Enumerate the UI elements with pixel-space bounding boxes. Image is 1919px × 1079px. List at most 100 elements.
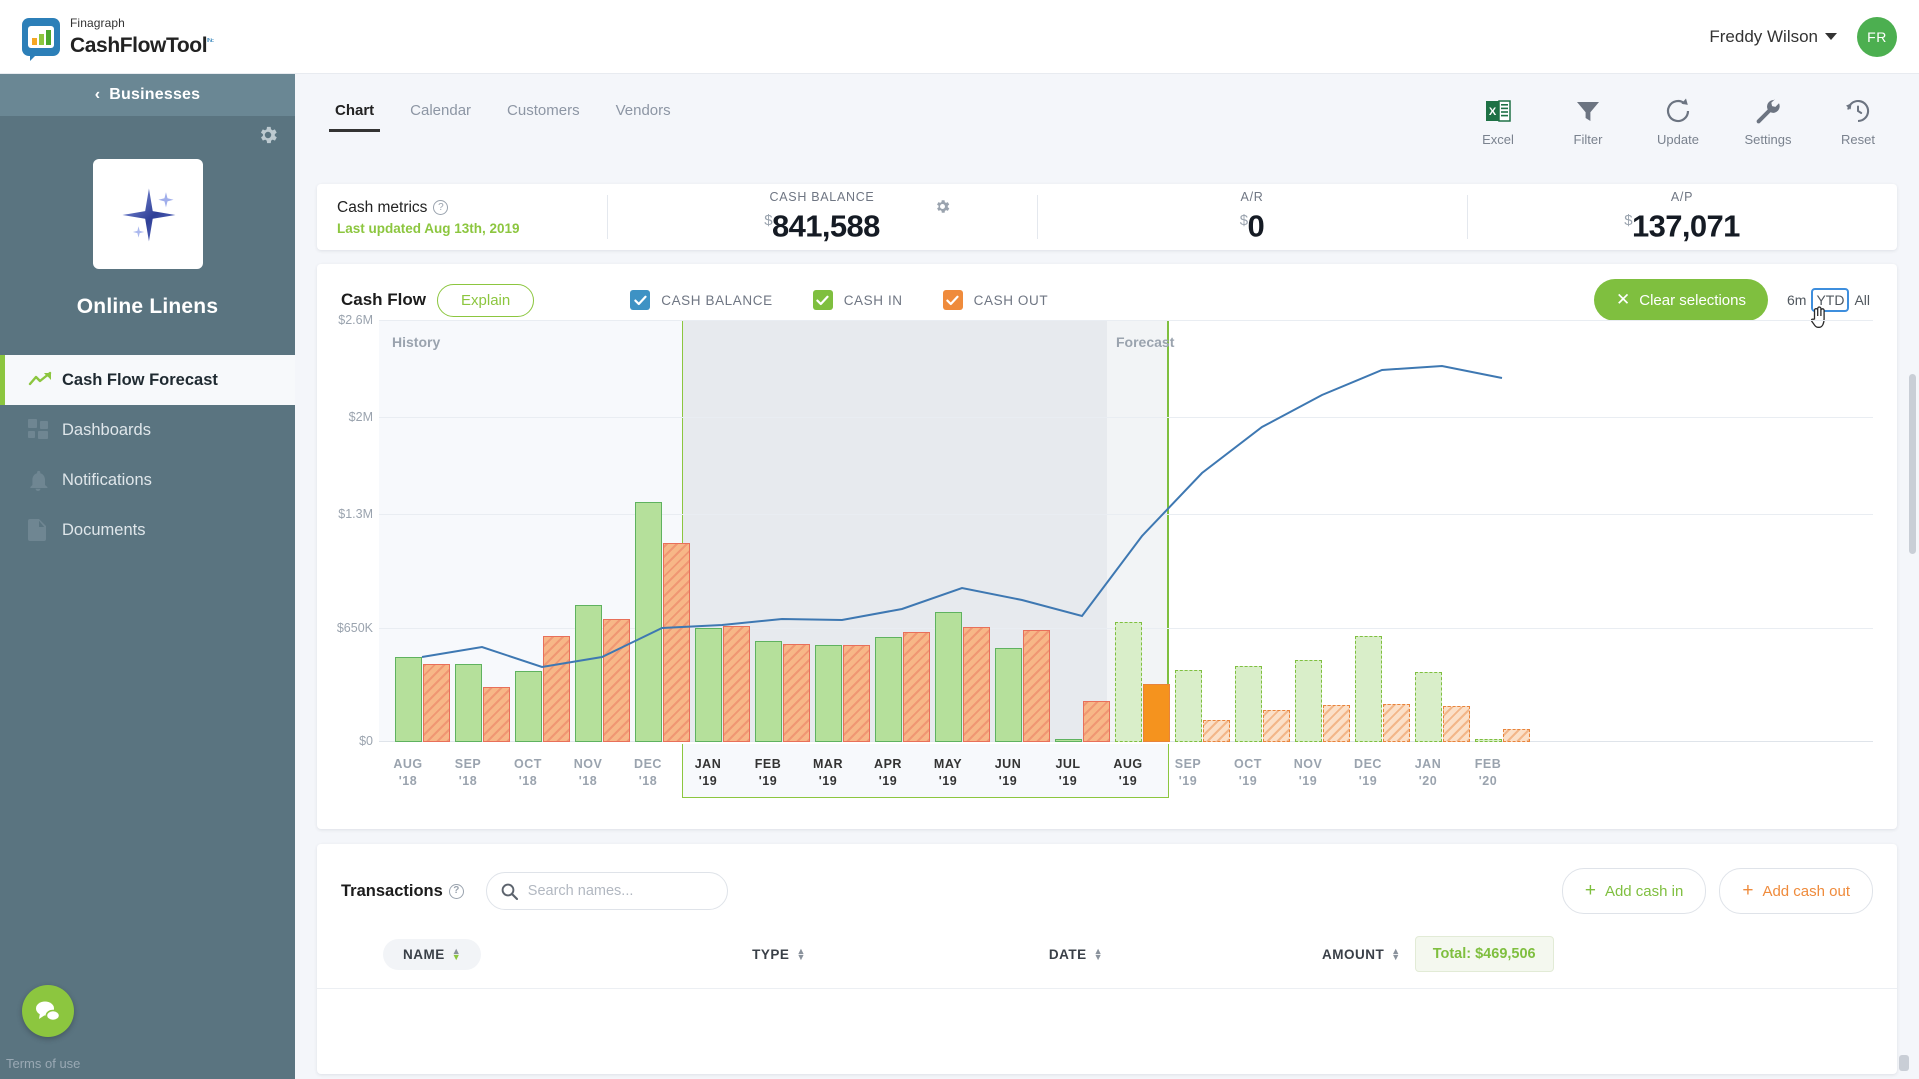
column-header-amount[interactable]: AMOUNT ▲ ▼ — [1322, 947, 1401, 962]
x-tick-label[interactable]: JAN '20 — [1399, 756, 1457, 790]
back-to-businesses[interactable]: ‹ Businesses — [0, 74, 295, 116]
reset-button[interactable]: Reset — [1827, 92, 1889, 147]
tool-label: Excel — [1482, 132, 1514, 147]
x-tick-label[interactable]: JAN '19 — [679, 756, 737, 790]
sidebar-item-documents[interactable]: Documents — [0, 505, 295, 555]
app-logo[interactable]: Finagraph CashFlowToolᴵᴺᶜ — [22, 16, 214, 61]
range-6m[interactable]: 6m — [1784, 290, 1809, 310]
sidebar-item-label: Cash Flow Forecast — [62, 370, 218, 389]
x-tick-label[interactable]: MAY '19 — [919, 756, 977, 790]
sidebar-item-cash-flow-forecast[interactable]: Cash Flow Forecast — [0, 355, 295, 405]
metric-gear-icon[interactable] — [934, 198, 951, 220]
x-tick-label[interactable]: SEP '19 — [1159, 756, 1217, 790]
excel-button[interactable]: X Excel — [1467, 92, 1529, 147]
scrollbar-thumb[interactable] — [1909, 374, 1916, 554]
legend-label: CASH OUT — [973, 292, 1049, 308]
help-icon[interactable]: ? — [433, 200, 449, 215]
user-name[interactable]: Freddy Wilson — [1709, 27, 1818, 47]
refresh-icon — [1647, 92, 1709, 130]
x-tick-label[interactable]: OCT '18 — [499, 756, 557, 790]
x-tick-label[interactable]: DEC '18 — [619, 756, 677, 790]
sidebar-item-notifications[interactable]: Notifications — [0, 455, 295, 505]
x-tick-label[interactable]: NOV '18 — [559, 756, 617, 790]
history-icon — [1827, 92, 1889, 130]
sort-icon[interactable]: ▲ ▼ — [452, 947, 461, 962]
x-tick-label[interactable]: FEB '19 — [739, 756, 797, 790]
explain-button[interactable]: Explain — [437, 283, 535, 317]
x-tick-label[interactable]: NOV '19 — [1279, 756, 1337, 790]
cash-balance-line — [421, 364, 1503, 669]
checkbox-checked-icon[interactable] — [942, 290, 963, 310]
add-cash-out-button[interactable]: + Add cash out — [1719, 868, 1873, 914]
back-label: Businesses — [109, 86, 201, 103]
tab-vendors[interactable]: Vendors — [598, 102, 689, 132]
legend-cash-out[interactable]: CASH OUT — [942, 290, 1049, 310]
top-bar: Finagraph CashFlowToolᴵᴺᶜ Freddy Wilson … — [0, 0, 1919, 74]
column-header-type[interactable]: TYPE ▲ ▼ — [752, 947, 806, 962]
x-tick-label[interactable]: JUN '19 — [979, 756, 1037, 790]
chevron-left-icon: ‹ — [94, 86, 101, 103]
x-tick-label[interactable]: MAR '19 — [799, 756, 857, 790]
transactions-header: Transactions ? + Add cash in + Add cash … — [317, 844, 1897, 914]
column-label: DATE — [1048, 946, 1087, 962]
chevron-down-icon[interactable] — [1825, 33, 1837, 40]
metric-ap: A/P $137,071 — [1467, 184, 1897, 250]
tab-calendar[interactable]: Calendar — [392, 102, 489, 132]
sort-icon[interactable]: ▲ ▼ — [1391, 947, 1400, 962]
chat-widget-button[interactable] — [22, 985, 74, 1037]
transactions-card: Transactions ? + Add cash in + Add cash … — [317, 844, 1897, 1074]
update-button[interactable]: Update — [1647, 92, 1709, 147]
legend-cash-balance[interactable]: CASH BALANCE — [630, 290, 772, 310]
range-all[interactable]: All — [1851, 290, 1873, 310]
add-cash-out-label: Add cash out — [1762, 882, 1850, 900]
chart-legend: CASH BALANCE CASH IN CASH OUT — [630, 290, 1048, 310]
bell-icon — [28, 469, 62, 491]
transactions-total: Total: $469,506 — [1414, 936, 1554, 972]
chart-header: Cash Flow Explain CASH BALANCE CASH IN C… — [317, 264, 1897, 328]
add-cash-in-button[interactable]: + Add cash in — [1561, 868, 1707, 914]
wrench-icon — [1737, 92, 1799, 130]
checkbox-checked-icon[interactable] — [812, 290, 833, 310]
settings-button[interactable]: Settings — [1737, 92, 1799, 147]
tab-customers[interactable]: Customers — [489, 102, 598, 132]
sidebar-item-label: Documents — [62, 520, 146, 539]
metric-caption: A/R — [1240, 190, 1264, 205]
x-tick-label[interactable]: JUL '19 — [1039, 756, 1097, 790]
terms-of-use-link[interactable]: Terms of use — [6, 1056, 80, 1071]
page-scrollbar[interactable] — [1908, 74, 1917, 1079]
excel-icon: X — [1467, 92, 1529, 130]
avatar[interactable]: FR — [1857, 16, 1897, 57]
checkbox-checked-icon[interactable] — [630, 290, 651, 310]
svg-text:X: X — [1489, 106, 1497, 118]
x-tick-label[interactable]: OCT '19 — [1219, 756, 1277, 790]
sort-icon[interactable]: ▲ ▼ — [1094, 947, 1103, 962]
legend-label: CASH BALANCE — [661, 292, 773, 308]
sidebar-item-dashboards[interactable]: Dashboards — [0, 405, 295, 455]
add-cash-in-label: Add cash in — [1604, 882, 1684, 900]
search-input[interactable] — [527, 883, 708, 899]
chart-grid: History Forecast — [379, 320, 1873, 742]
x-tick-label[interactable]: DEC '19 — [1339, 756, 1397, 790]
x-tick-label[interactable]: SEP '18 — [439, 756, 497, 790]
chart-actions: ✕ Clear selections 6m YTD All — [1594, 279, 1873, 328]
x-tick-label[interactable]: AUG '18 — [379, 756, 437, 790]
range-ytd[interactable]: YTD — [1811, 288, 1850, 312]
column-header-name[interactable]: NAME ▲ ▼ — [383, 938, 482, 970]
gear-icon[interactable] — [257, 124, 279, 146]
sort-icon[interactable]: ▲ ▼ — [796, 947, 805, 962]
clear-selections-button[interactable]: ✕ Clear selections — [1594, 279, 1768, 321]
x-tick-label[interactable]: AUG '19 — [1099, 756, 1157, 790]
grid-icon — [28, 419, 62, 441]
help-icon[interactable]: ? — [448, 883, 464, 899]
currency-symbol: $ — [1239, 212, 1248, 230]
legend-cash-in[interactable]: CASH IN — [812, 290, 903, 310]
x-tick-label[interactable]: APR '19 — [859, 756, 917, 790]
search-box[interactable] — [485, 872, 728, 910]
tab-chart[interactable]: Chart — [317, 102, 392, 132]
column-header-date[interactable]: DATE ▲ ▼ — [1049, 947, 1103, 962]
x-tick-label[interactable]: FEB '20 — [1459, 756, 1517, 790]
x-axis: AUG '18 SEP '18 OCT '18 NOV '18 DEC '18 JAN '1… — [317, 744, 1897, 818]
y-tick-label: $650K — [336, 621, 373, 635]
filter-button[interactable]: Filter — [1557, 92, 1619, 147]
scrollbar-thumb-bottom[interactable] — [1899, 1055, 1909, 1071]
